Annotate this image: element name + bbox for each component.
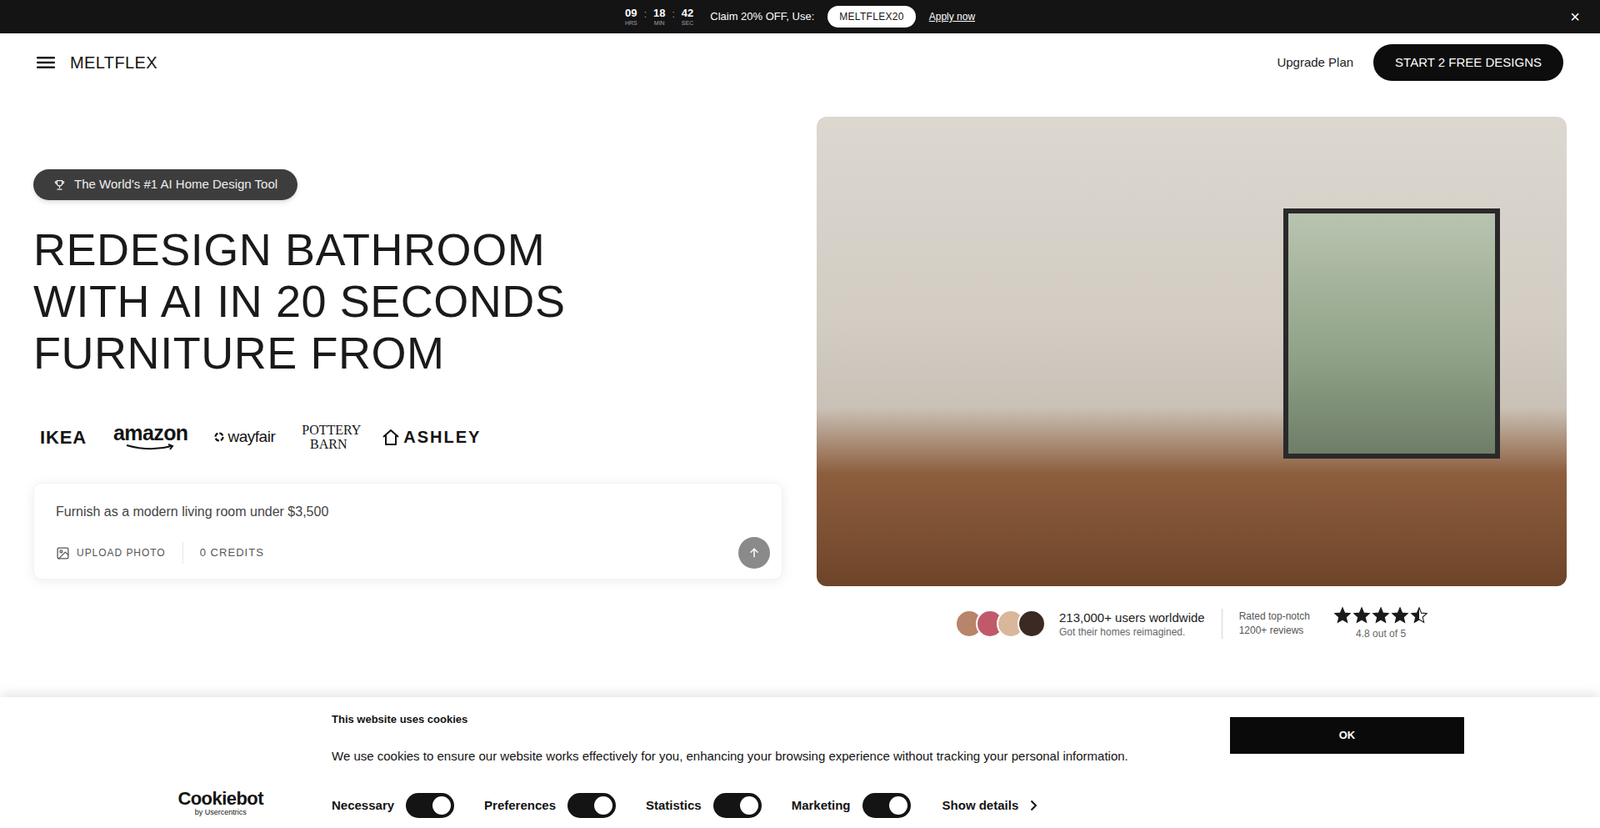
rated-label: Rated top-notch [1239,609,1310,624]
cookie-title: This website uses cookies [331,710,1230,728]
star-filled-icon [1390,605,1410,625]
consent-toggle: Preferences [484,792,616,818]
promo-code[interactable]: MELTFLEX20 [827,5,915,28]
menu-icon[interactable] [36,55,55,70]
cookie-text: We use cookies to ensure our website wor… [331,747,1230,765]
chevron-right-icon [1030,799,1038,811]
brand-logo-item: POTTERY BARN [301,422,355,451]
divider [182,541,184,564]
hero-heading: REDESIGN BATHROOMWITH AI IN 20 SECONDSFU… [33,223,565,379]
brand-logo-item: ASHLEY [381,424,481,450]
brand-logo-item: amazon [113,422,188,451]
star [1333,605,1352,625]
header: MELTFLEX Upgrade Plan START 2 FREE DESIG… [0,33,1600,92]
timer-unit: 09HRS [625,7,638,26]
house-icon [381,427,400,446]
brand-logos: IKEA amazon wayfair POTTERY BARN ASHLEY [33,418,481,455]
brand-logo-item: wayfair [214,425,275,450]
credits-label: 0 CREDITS [200,544,265,561]
close-button[interactable]: × [1570,8,1580,25]
cta-button[interactable]: START 2 FREE DESIGNS [1373,44,1564,82]
submit-button[interactable] [738,536,770,569]
star-rating [1333,605,1429,625]
hero: The World's #1 AI Home Design Tool REDES… [33,91,783,641]
consent-toggles: Necessary Preferences Statistics Marketing [331,792,911,818]
prompt-input[interactable] [55,500,770,524]
countdown-timer: 09HRS:18MIN:42SEC [625,7,694,26]
promo-bar: 09HRS:18MIN:42SEC Claim 20% OFF, Use: ME… [0,0,1600,34]
hero-badge: The World's #1 AI Home Design Tool [33,169,298,200]
consent-toggle: Necessary [331,792,455,818]
star-outline-icon [1410,605,1429,625]
toggle-knob [594,795,613,815]
smile-icon [121,443,180,451]
toggle-switch[interactable] [862,792,911,818]
wayfair-mark-icon [214,431,225,442]
arrow-up-icon [747,545,761,560]
brand-logo-item: IKEA [40,423,87,451]
heading-line: REDESIGN BATHROOM [33,223,565,275]
toggle-switch[interactable] [713,792,762,818]
ok-button[interactable]: OK [1230,716,1465,754]
user-avatars [955,609,1046,638]
cookiebot-logo: Cookiebot by Usercentrics [177,789,264,816]
hero-image [816,116,1567,586]
star [1410,605,1429,625]
upload-button[interactable]: UPLOAD PHOTO [55,545,166,560]
star [1352,605,1371,625]
star-filled-icon [1371,605,1390,625]
show-details-button[interactable]: Show details [942,795,1039,815]
timer-unit: 42SEC [681,7,694,26]
toggle-knob [432,795,451,815]
reviews-count: 1200+ reviews [1239,623,1310,638]
toggle-knob [889,795,908,815]
heading-line: FURNITURE FROM [33,326,565,379]
star [1390,605,1410,625]
star-filled-icon [1333,605,1352,625]
timer-separator: : [644,6,647,22]
timer-separator: : [671,6,675,22]
image-icon [55,545,70,560]
rating-text: 4.8 out of 5 [1355,625,1406,641]
star [1371,605,1390,625]
social-proof: 213,000+ users worldwide Got their homes… [955,605,1429,641]
trophy-icon [53,178,66,191]
star-filled-icon [1410,605,1420,625]
timer-unit: 18MIN [653,7,665,26]
upgrade-link[interactable]: Upgrade Plan [1276,53,1354,73]
prompt-card: UPLOAD PHOTO 0 CREDITS [33,482,783,580]
users-sub: Got their homes reimagined. [1059,625,1205,639]
promo-text: Claim 20% OFF, Use: [710,8,815,25]
apply-link[interactable]: Apply now [929,9,975,25]
heading-line: WITH AI IN 20 SECONDS [33,275,565,327]
consent-toggle: Statistics [645,792,762,818]
toggle-knob [740,795,759,815]
toggle-switch[interactable] [567,792,616,818]
brand-logo[interactable]: MELTFLEX [70,50,158,75]
users-count: 213,000+ users worldwide [1059,609,1205,625]
consent-toggle: Marketing [791,792,911,818]
toggle-switch[interactable] [405,792,455,818]
star-filled-icon [1352,605,1371,625]
cookie-banner: Cookiebot by Usercentrics This website u… [0,696,1600,828]
